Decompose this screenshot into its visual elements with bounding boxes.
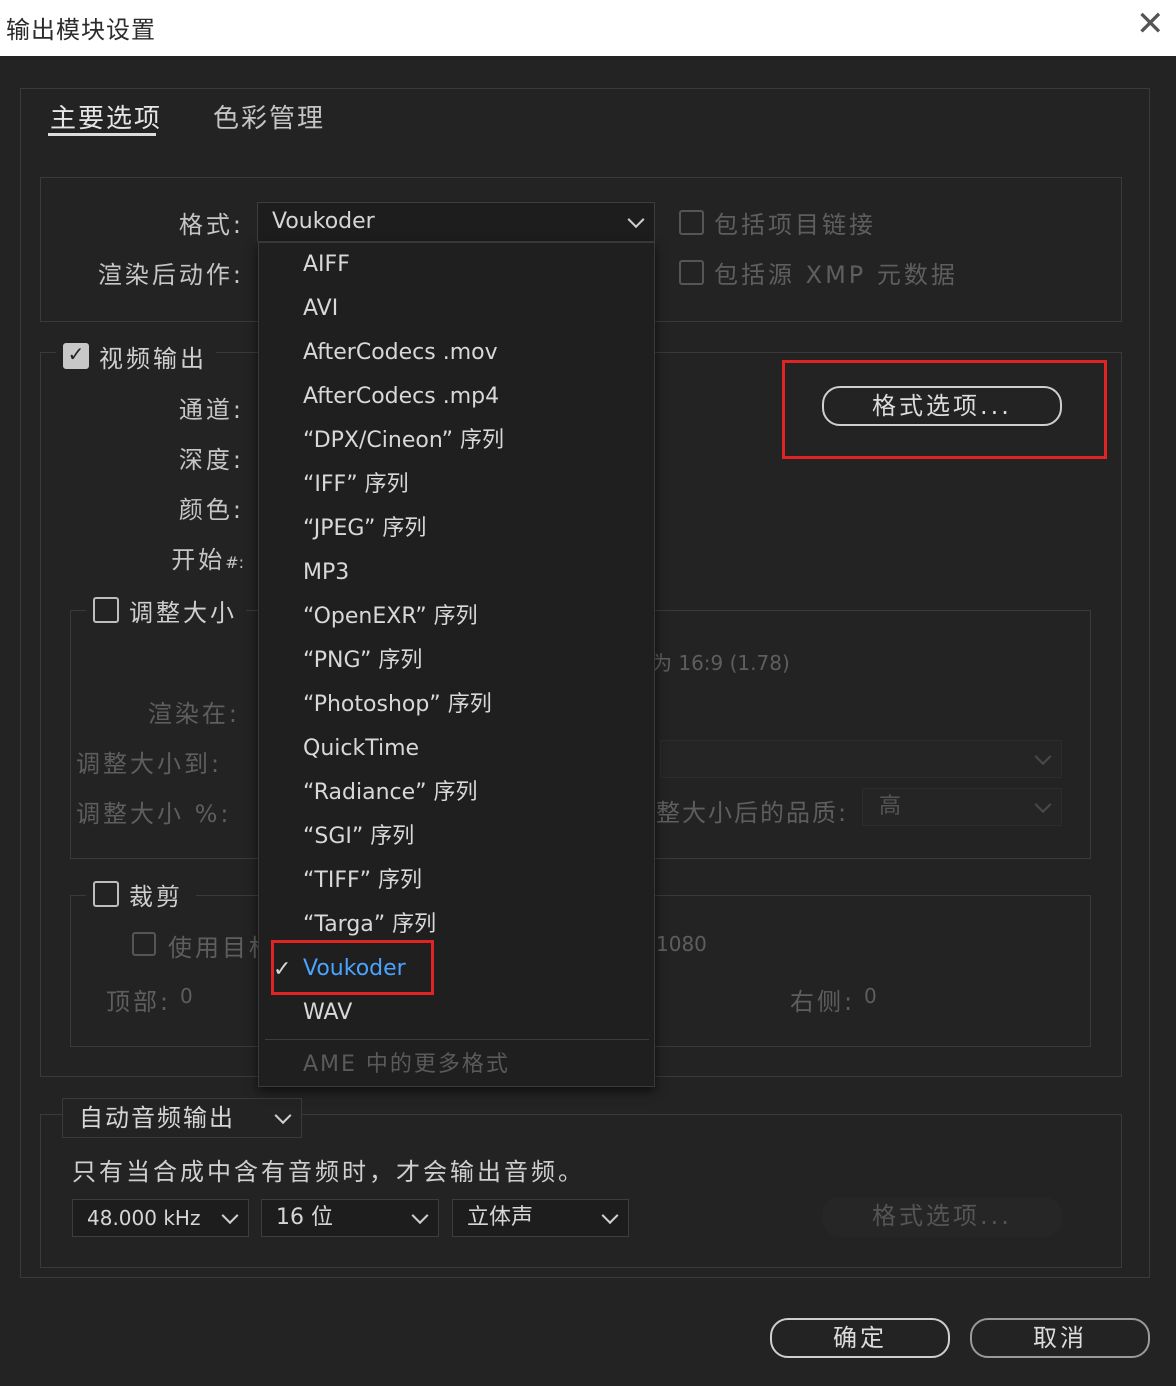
active-tab-underline (48, 133, 156, 136)
video-format-options-button[interactable]: 格式选项... (822, 386, 1062, 426)
crop-right-value[interactable]: 0 (864, 984, 877, 1008)
resize-quality-label: 调整大小后的品质: (630, 799, 849, 827)
window-title: 输出模块设置 (6, 16, 156, 44)
resize-quality-value: 高 (879, 794, 902, 819)
audio-mode-select[interactable]: 自动音频输出 (62, 1098, 302, 1138)
chevron-down-icon (627, 211, 645, 229)
resize-to-label: 调整大小到: (76, 750, 223, 778)
format-option-iff[interactable]: “IFF” 序列 (303, 463, 409, 507)
start-hash: #: (225, 553, 244, 572)
format-label: 格式: (178, 211, 244, 239)
format-option-quicktime[interactable]: QuickTime (303, 727, 419, 771)
rendering-at-label: 渲染在: (147, 700, 240, 728)
resize-quality-select[interactable]: 高 (862, 788, 1062, 826)
use-region-checkbox[interactable] (132, 932, 156, 956)
chevron-down-icon (601, 1207, 619, 1225)
audio-channels-select[interactable]: 立体声 (452, 1199, 629, 1237)
audio-format-options-button[interactable]: 格式选项... (822, 1197, 1062, 1237)
resize-percent-label: 调整大小 %: (76, 800, 232, 828)
format-option-aftercodecs-mov[interactable]: AfterCodecs .mov (303, 331, 498, 375)
format-option-jpeg[interactable]: “JPEG” 序列 (303, 507, 426, 551)
chevron-down-icon (221, 1207, 239, 1225)
crop-top-label: 顶部: (106, 988, 172, 1016)
channels-label: 通道: (178, 396, 244, 424)
include-project-link-label: 包括项目链接 (714, 211, 876, 239)
resize-label: 调整大小 (129, 599, 237, 627)
aspect-ratio-text: 为 16:9 (1.78) (652, 651, 790, 675)
format-option-openexr[interactable]: “OpenEXR” 序列 (303, 595, 478, 639)
include-xmp-checkbox[interactable] (679, 260, 704, 285)
format-select[interactable]: Voukoder (257, 202, 655, 242)
crop-label: 裁剪 (129, 883, 183, 911)
format-option-png[interactable]: “PNG” 序列 (303, 639, 422, 683)
start-label: 开始#: (100, 540, 244, 575)
post-render-label: 渲染后动作: (97, 261, 244, 289)
menu-divider (265, 1039, 649, 1040)
crop-top-value[interactable]: 0 (180, 984, 193, 1008)
voukoder-highlight (271, 940, 434, 995)
include-project-link-checkbox[interactable] (679, 210, 704, 235)
resize-preset-select[interactable] (660, 740, 1062, 778)
sample-rate-select[interactable]: 48.000 kHz (72, 1199, 249, 1237)
tab-main-options[interactable]: 主要选项 (50, 98, 162, 135)
resize-checkbox[interactable] (93, 597, 119, 623)
chevron-down-icon (274, 1107, 292, 1125)
format-option-aiff[interactable]: AIFF (303, 243, 350, 287)
cancel-button[interactable]: 取消 (970, 1318, 1150, 1358)
color-label: 颜色: (178, 496, 244, 524)
video-output-checkbox[interactable]: ✓ (63, 343, 89, 369)
format-option-tiff[interactable]: “TIFF” 序列 (303, 859, 422, 903)
audio-note: 只有当合成中含有音频时，才会输出音频。 (72, 1158, 585, 1186)
bit-depth-value: 16 位 (276, 1205, 333, 1230)
format-option-aftercodecs-mp4[interactable]: AfterCodecs .mp4 (303, 375, 499, 419)
depth-label: 深度: (178, 446, 244, 474)
format-option-wav[interactable]: WAV (303, 991, 352, 1035)
sample-rate-value: 48.000 kHz (87, 1206, 201, 1230)
use-region-label: 使用目标 (168, 934, 258, 962)
include-xmp-label: 包括源 XMP 元数据 (714, 261, 958, 289)
start-label-text: 开始 (171, 546, 226, 574)
tab-color-management[interactable]: 色彩管理 (213, 98, 325, 135)
chevron-down-icon (1034, 748, 1052, 766)
audio-mode-value: 自动音频输出 (79, 1104, 235, 1132)
crop-checkbox[interactable] (93, 881, 119, 907)
format-dropdown-menu: AIFF AVI AfterCodecs .mov AfterCodecs .m… (258, 242, 655, 1087)
format-select-value: Voukoder (272, 209, 375, 234)
crop-right-label: 右侧: (790, 988, 856, 1016)
more-formats-in-ame: AME 中的更多格式 (303, 1052, 510, 1077)
ok-button[interactable]: 确定 (770, 1318, 950, 1358)
bit-depth-select[interactable]: 16 位 (261, 1199, 439, 1237)
format-option-mp3[interactable]: MP3 (303, 551, 349, 595)
format-option-sgi[interactable]: “SGI” 序列 (303, 815, 414, 859)
format-option-radiance[interactable]: “Radiance” 序列 (303, 771, 478, 815)
format-option-dpx-cineon[interactable]: “DPX/Cineon” 序列 (303, 419, 504, 463)
video-output-label: 视频输出 (99, 345, 207, 373)
close-icon[interactable]: ✕ (1136, 7, 1165, 41)
format-option-avi[interactable]: AVI (303, 287, 338, 331)
chevron-down-icon (1034, 796, 1052, 814)
audio-channels-value: 立体声 (467, 1205, 534, 1230)
chevron-down-icon (411, 1207, 429, 1225)
format-option-photoshop[interactable]: “Photoshop” 序列 (303, 683, 492, 727)
title-bar: 输出模块设置 ✕ (0, 0, 1176, 56)
crop-dimension-text: 1080 (656, 932, 707, 956)
